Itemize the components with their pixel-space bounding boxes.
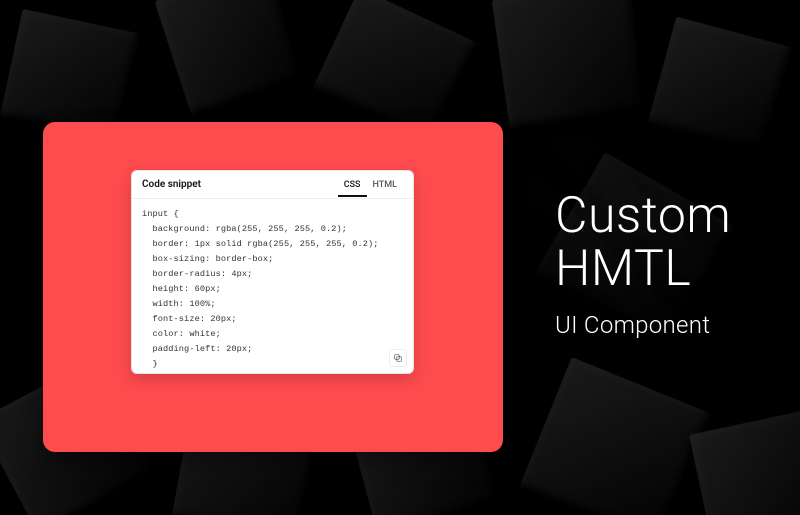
headline-line-1a: Custom bbox=[555, 190, 731, 243]
tab-html[interactable]: HTML bbox=[367, 174, 403, 195]
headline: Custom HMTL UI Component bbox=[555, 190, 731, 339]
snippet-header: Code snippet CSS HTML bbox=[132, 171, 413, 199]
headline-line-1b: HMTL bbox=[555, 243, 731, 296]
copy-icon bbox=[393, 353, 403, 363]
snippet-body: input { background: rgba(255, 255, 255, … bbox=[132, 199, 413, 373]
tab-css[interactable]: CSS bbox=[338, 174, 367, 197]
thumbnail-canvas: Code snippet CSS HTML input { background… bbox=[0, 0, 800, 515]
red-panel: Code snippet CSS HTML input { background… bbox=[43, 122, 503, 452]
code-snippet-card: Code snippet CSS HTML input { background… bbox=[131, 170, 414, 374]
snippet-title: Code snippet bbox=[142, 179, 338, 190]
copy-button[interactable] bbox=[389, 349, 407, 367]
code-block: input { background: rgba(255, 255, 255, … bbox=[142, 207, 403, 372]
headline-line-2: UI Component bbox=[555, 311, 731, 339]
